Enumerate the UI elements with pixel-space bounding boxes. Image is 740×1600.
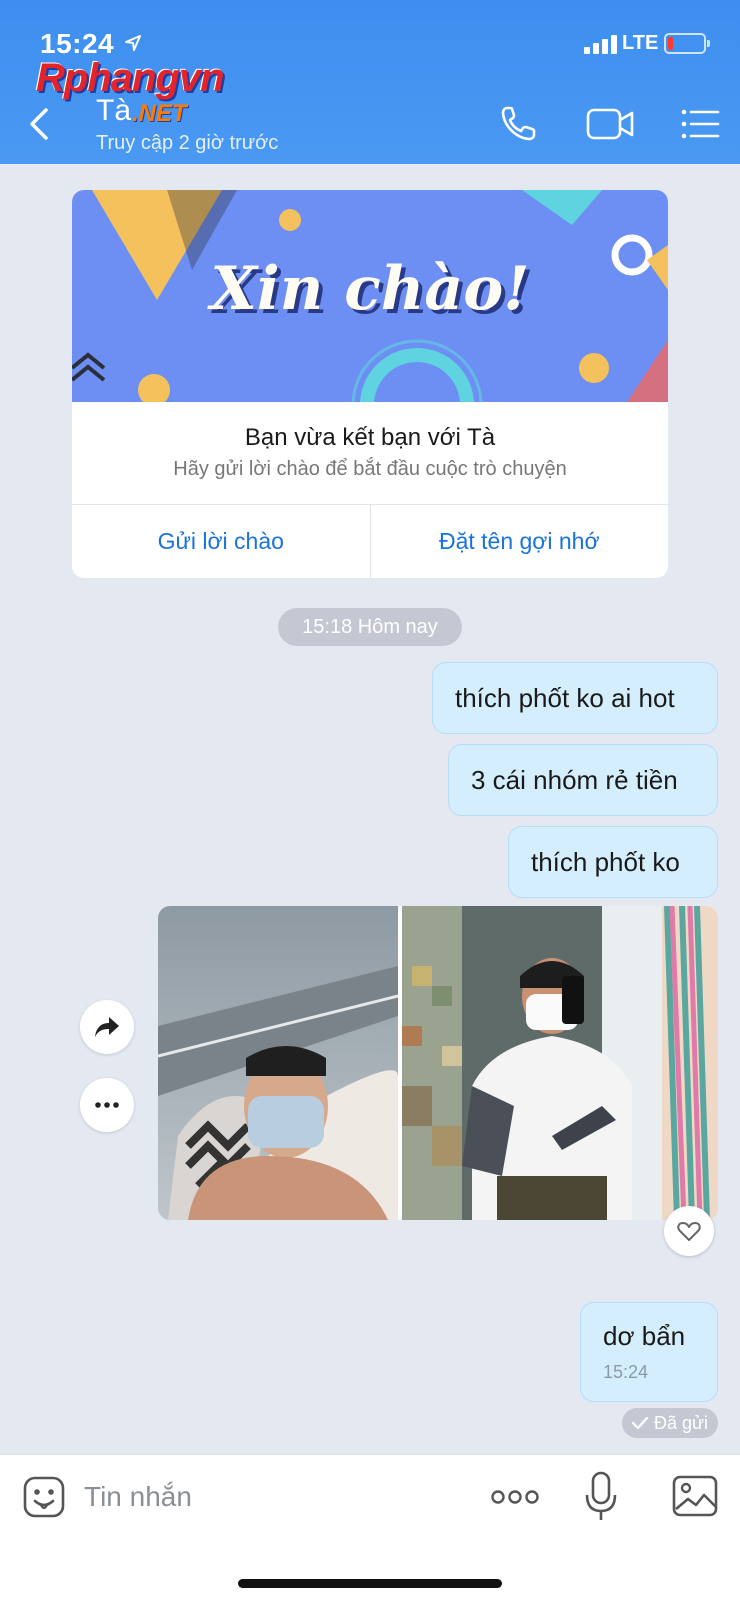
share-arrow-icon: [95, 1017, 119, 1037]
time-separator: 15:18 Hôm nay: [278, 608, 462, 646]
share-button[interactable]: [80, 1000, 134, 1054]
welcome-actions: Gửi lời chào Đặt tên gợi nhớ: [72, 504, 668, 578]
sticker-emoji-icon[interactable]: [22, 1475, 66, 1519]
chat-header: 15:24 LTE Rphangvn .NET Tà Truy cập 2 gi…: [0, 0, 740, 164]
welcome-subtitle: Hãy gửi lời chào để bắt đầu cuộc trò chu…: [173, 458, 567, 480]
video-call-icon[interactable]: [586, 104, 636, 144]
message-timestamp: 15:24: [603, 1362, 649, 1382]
home-indicator: [238, 1579, 502, 1588]
message-input-bar: [0, 1454, 740, 1600]
network-label: LTE: [622, 32, 659, 54]
photo-image: [402, 906, 718, 1220]
welcome-title: Bạn vừa kết bạn với Tà: [244, 424, 496, 451]
image-gallery-icon[interactable]: [672, 1475, 718, 1517]
sent-status-badge: Đã gửi: [622, 1408, 718, 1438]
back-chevron-icon[interactable]: [22, 104, 56, 144]
location-arrow-icon: [125, 35, 141, 51]
sent-status-label: Đã gửi: [653, 1412, 709, 1433]
message-bubble[interactable]: dơ bẩn 15:24: [580, 1302, 718, 1402]
phone-call-icon[interactable]: [498, 104, 542, 144]
more-actions-icon[interactable]: [490, 1485, 540, 1509]
photo-image: [158, 906, 398, 1220]
welcome-card: Xin chào! Bạn vừa kết bạn với Tà Hãy gửi…: [72, 190, 668, 578]
last-seen-status: Truy cập 2 giờ trước: [96, 132, 279, 154]
checkmark-icon: [631, 1417, 648, 1429]
contact-name[interactable]: Tà: [96, 94, 131, 128]
watermark-logo-suffix: .NET: [132, 100, 187, 127]
set-nickname-button[interactable]: Đặt tên gợi nhớ: [369, 505, 669, 578]
banner-greeting: Xin chào!: [210, 254, 530, 324]
message-bubble[interactable]: thích phốt ko: [508, 826, 718, 898]
ellipsis-icon: [95, 1102, 119, 1108]
message-bubble[interactable]: thích phốt ko ai hot: [432, 662, 718, 734]
microphone-icon[interactable]: [584, 1471, 618, 1523]
more-options-button[interactable]: [80, 1078, 134, 1132]
photo-album[interactable]: [158, 906, 718, 1220]
message-text: dơ bẩn: [603, 1321, 686, 1351]
photo-thumbnail[interactable]: [402, 906, 718, 1220]
heart-icon: [677, 1222, 701, 1241]
welcome-banner: Xin chào!: [72, 190, 668, 402]
like-heart-button[interactable]: [664, 1206, 714, 1256]
send-greeting-button[interactable]: Gửi lời chào: [72, 505, 370, 578]
signal-icon: [584, 35, 617, 54]
message-input[interactable]: [84, 1473, 464, 1521]
menu-list-icon[interactable]: [680, 104, 720, 144]
message-bubble[interactable]: 3 cái nhóm rẻ tiền: [448, 744, 718, 816]
battery-icon: [664, 33, 710, 54]
photo-thumbnail[interactable]: [158, 906, 398, 1220]
